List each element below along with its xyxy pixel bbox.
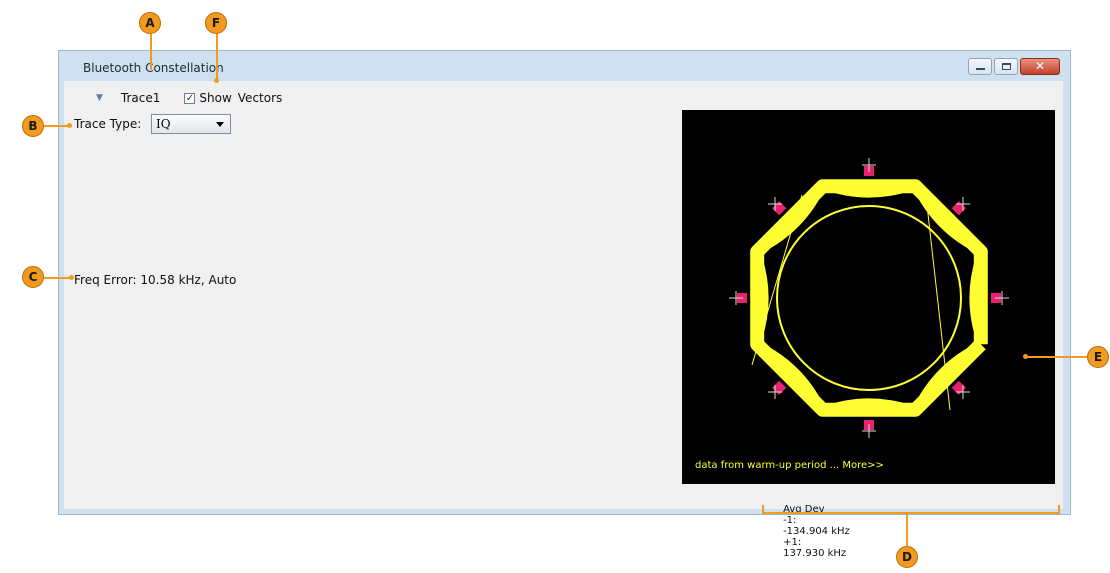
callout-c-leader (44, 277, 72, 279)
trace-selector[interactable]: Trace1 (121, 91, 160, 105)
constellation-inner-ring (776, 205, 962, 391)
view-content: ▼ Trace1 ✓ Show Vectors Trace Type: IQ F… (64, 81, 1063, 559)
close-button[interactable]: ✕ (1020, 58, 1060, 75)
minus-one-label: -1: (783, 515, 797, 526)
window-controls: ✕ (968, 58, 1060, 76)
callout-d: D (896, 546, 918, 568)
callout-f-leader (216, 34, 218, 80)
callout-a-leader (150, 34, 152, 70)
avg-dev-readout: Avg Dev -1: -134.904 kHz +1: 137.930 kHz (764, 493, 864, 570)
callout-e-dot (1023, 354, 1028, 359)
plus-one-label: +1: (783, 537, 802, 548)
callout-b: B (22, 115, 44, 137)
trace-type-select[interactable]: IQ (151, 114, 231, 134)
callout-e: E (1087, 346, 1109, 368)
minimize-icon (976, 68, 985, 70)
warmup-message-link[interactable]: data from warm-up period ... More>> (695, 460, 884, 471)
callout-d-leader (906, 513, 908, 546)
bluetooth-constellation-window: Bluetooth Constellation ✕ ▼ Trace1 ✓ Sho… (58, 50, 1071, 559)
symbol-marker (772, 201, 787, 216)
show-vectors-checkbox[interactable]: ✓ (184, 92, 196, 104)
symbol-marker (951, 380, 966, 395)
callout-a: A (139, 12, 161, 34)
callout-c: C (22, 266, 44, 288)
constellation-graph (729, 158, 1009, 438)
minus-one-value: -134.904 kHz (783, 526, 850, 537)
symbol-marker (772, 380, 787, 395)
window-title: Bluetooth Constellation (83, 61, 224, 75)
trace-toolbar: ▼ Trace1 ✓ Show Vectors (96, 89, 282, 107)
title-bar[interactable]: Bluetooth Constellation ✕ (59, 51, 1070, 81)
chevron-down-icon (216, 122, 224, 127)
trace-type-label: Trace Type: (74, 117, 142, 131)
constellation-plot[interactable]: data from warm-up period ... More>> (682, 110, 1055, 484)
minimize-button[interactable] (968, 58, 992, 75)
trace-type-value: IQ (156, 117, 171, 131)
close-icon: ✕ (1034, 59, 1046, 73)
callout-b-dot (67, 123, 72, 128)
callout-f-dot (214, 78, 219, 83)
freq-error-readout: Freq Error: 10.58 kHz, Auto (74, 273, 237, 287)
callout-c-dot (69, 275, 74, 280)
callout-e-leader (1026, 356, 1087, 358)
constellation-outer-band (750, 179, 988, 417)
vectors-label: Vectors (237, 91, 283, 105)
callout-d-bracket (762, 512, 1060, 514)
trace-dropdown-arrow-icon[interactable]: ▼ (96, 93, 103, 103)
callout-d-bracket-right (1058, 505, 1060, 513)
callout-d-bracket-left (762, 505, 764, 513)
callout-f: F (205, 12, 227, 34)
plus-one-value: 137.930 kHz (783, 548, 847, 559)
maximize-icon (1002, 63, 1011, 70)
maximize-button[interactable] (994, 58, 1018, 75)
show-label: Show (199, 91, 232, 105)
symbol-marker (951, 201, 966, 216)
